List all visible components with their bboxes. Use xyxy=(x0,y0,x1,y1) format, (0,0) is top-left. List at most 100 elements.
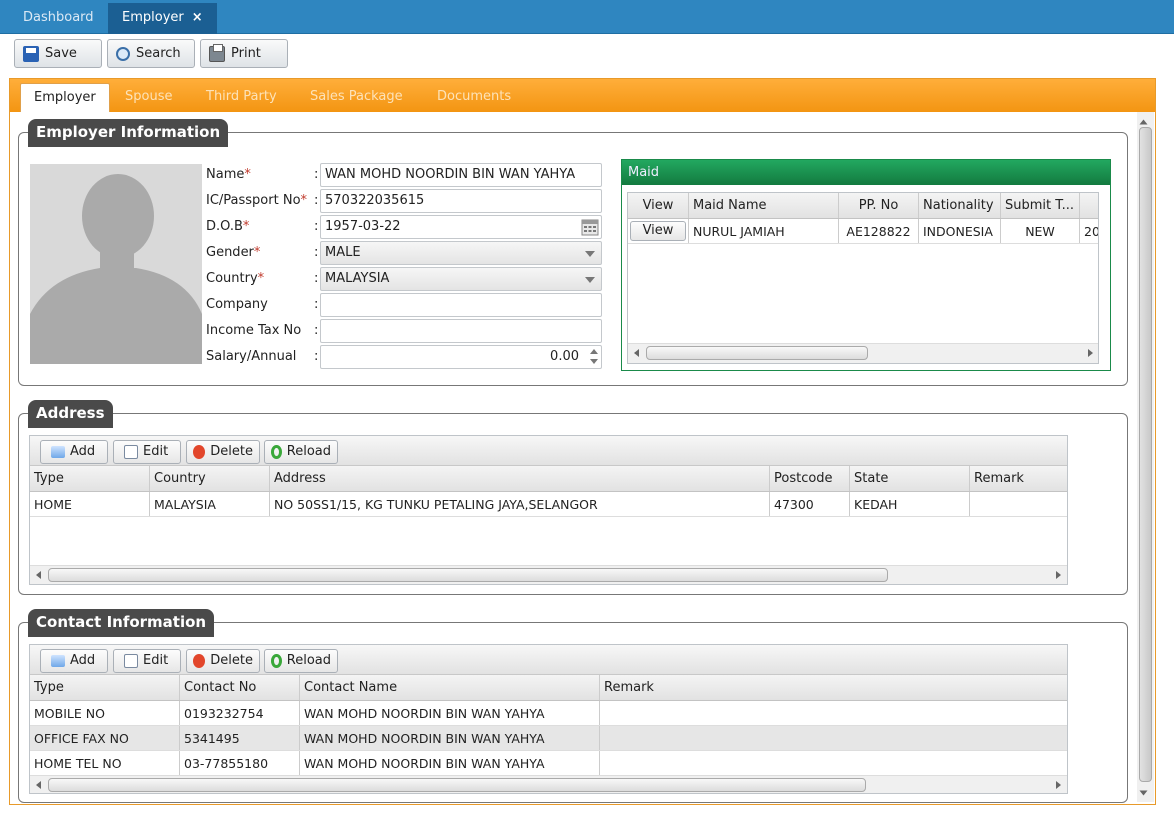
column-header[interactable]: State xyxy=(850,466,970,491)
spin-up-icon[interactable] xyxy=(590,349,598,354)
column-header[interactable]: Contact No xyxy=(180,675,300,700)
table-row[interactable]: MOBILE NO 0193232754 WAN MOHD NOORDIN BI… xyxy=(30,701,1067,726)
address-grid-header: Type Country Address Postcode State Rema… xyxy=(30,466,1067,492)
scroll-right-icon[interactable] xyxy=(1088,349,1093,357)
view-button[interactable]: View xyxy=(630,221,686,241)
country-cell: MALAYSIA xyxy=(150,492,270,516)
name-field[interactable]: WAN MOHD NOORDIN BIN WAN YAHYA xyxy=(320,163,602,187)
tab-documents[interactable]: Documents xyxy=(424,83,524,112)
contact-name-cell: WAN MOHD NOORDIN BIN WAN YAHYA xyxy=(300,751,600,775)
scroll-right-icon[interactable] xyxy=(1056,571,1061,579)
table-row[interactable]: OFFICE FAX NO 5341495 WAN MOHD NOORDIN B… xyxy=(30,726,1067,751)
horizontal-scrollbar[interactable] xyxy=(628,343,1098,363)
column-header[interactable]: Submit T... xyxy=(1001,193,1080,218)
dob-field[interactable]: 1957-03-22 xyxy=(320,215,602,239)
pp-no-cell: AE128822 xyxy=(839,219,919,243)
income-tax-label: Income Tax No xyxy=(206,323,302,338)
reload-contact-button[interactable]: Reload xyxy=(264,649,338,673)
table-row[interactable]: HOME TEL NO 03-77855180 WAN MOHD NOORDIN… xyxy=(30,751,1067,776)
column-header[interactable]: Contact Name xyxy=(300,675,600,700)
salary-spinner[interactable]: 0.00 xyxy=(320,345,602,369)
country-label: Country* xyxy=(206,271,265,286)
column-header[interactable]: Country xyxy=(150,466,270,491)
scroll-thumb[interactable] xyxy=(48,568,888,582)
column-header[interactable]: Nationality xyxy=(919,193,1001,218)
table-row[interactable]: HOME MALAYSIA NO 50SS1/15, KG TUNKU PETA… xyxy=(30,492,1067,517)
edit-address-button[interactable]: Edit xyxy=(113,440,181,464)
maid-name-cell: NURUL JAMIAH xyxy=(689,219,839,243)
remark-cell xyxy=(600,751,1067,775)
tab-third-party[interactable]: Third Party xyxy=(193,83,290,112)
horizontal-scrollbar[interactable] xyxy=(30,775,1067,793)
chevron-down-icon xyxy=(585,251,595,257)
submit-type-cell: NEW xyxy=(1001,219,1080,243)
spin-down-icon[interactable] xyxy=(590,359,598,364)
reload-icon xyxy=(271,654,282,668)
salary-label: Salary/Annual xyxy=(206,349,297,364)
colon: : xyxy=(314,193,319,208)
column-header[interactable]: Remark xyxy=(970,466,1067,491)
colon: : xyxy=(314,297,319,312)
scroll-left-icon[interactable] xyxy=(36,571,41,579)
tab-dashboard[interactable]: Dashboard xyxy=(9,3,108,34)
scroll-left-icon[interactable] xyxy=(36,781,41,789)
country-value: MALAYSIA xyxy=(325,271,390,286)
scroll-thumb[interactable] xyxy=(646,346,868,360)
vertical-scroll-thumb[interactable] xyxy=(1139,127,1152,782)
tab-employer[interactable]: Employer × xyxy=(108,3,217,34)
column-header[interactable]: Type xyxy=(30,675,180,700)
remark-cell xyxy=(970,492,1067,516)
type-cell: HOME TEL NO xyxy=(30,751,180,775)
column-header[interactable]: View xyxy=(628,193,689,218)
column-header[interactable]: Remark xyxy=(600,675,1067,700)
colon: : xyxy=(314,245,319,260)
column-header[interactable]: Postcode xyxy=(770,466,850,491)
add-contact-button[interactable]: Add xyxy=(40,649,108,673)
print-button[interactable]: Print xyxy=(200,39,288,68)
scroll-thumb[interactable] xyxy=(48,778,866,792)
column-header[interactable]: Type xyxy=(30,466,150,491)
dob-label: D.O.B* xyxy=(206,219,250,234)
ic-label: IC/Passport No* xyxy=(206,193,308,208)
gender-value: MALE xyxy=(325,245,361,260)
employer-info-legend: Employer Information xyxy=(28,119,229,147)
contact-name-cell: WAN MOHD NOORDIN BIN WAN YAHYA xyxy=(300,726,600,750)
column-header[interactable]: Maid Name xyxy=(689,193,839,218)
tab-sales-package[interactable]: Sales Package xyxy=(297,83,416,112)
tab-label: Employer xyxy=(34,90,96,105)
company-field[interactable] xyxy=(320,293,602,317)
search-label: Search xyxy=(136,46,181,61)
calendar-icon[interactable] xyxy=(581,218,599,236)
scroll-up-icon[interactable] xyxy=(1139,119,1148,125)
tab-employer-inner[interactable]: Employer xyxy=(20,83,110,112)
search-button[interactable]: Search xyxy=(107,39,195,68)
tab-spouse[interactable]: Spouse xyxy=(112,83,185,112)
horizontal-scrollbar[interactable] xyxy=(30,565,1067,584)
table-row[interactable]: View NURUL JAMIAH AE128822 INDONESIA NEW… xyxy=(628,219,1098,244)
employer-photo xyxy=(30,164,202,364)
remark-cell xyxy=(600,726,1067,750)
gender-select[interactable]: MALE xyxy=(320,241,602,265)
scroll-left-icon[interactable] xyxy=(634,349,639,357)
income-tax-field[interactable] xyxy=(320,319,602,343)
column-header[interactable]: PP. No xyxy=(839,193,919,218)
scroll-right-icon[interactable] xyxy=(1056,781,1061,789)
ic-passport-field[interactable]: 570322035615 xyxy=(320,189,602,213)
column-header[interactable]: Address xyxy=(270,466,770,491)
printer-icon xyxy=(209,43,225,62)
reload-address-button[interactable]: Reload xyxy=(264,440,338,464)
tab-label: Spouse xyxy=(125,89,173,104)
edit-contact-button[interactable]: Edit xyxy=(113,649,181,673)
delete-icon xyxy=(193,654,206,668)
delete-contact-button[interactable]: Delete xyxy=(186,649,260,673)
tab-employer-label: Employer xyxy=(122,10,184,25)
user-silhouette-icon xyxy=(30,164,202,364)
save-button[interactable]: Save xyxy=(14,39,102,68)
country-select[interactable]: MALAYSIA xyxy=(320,267,602,291)
magnifier-icon xyxy=(116,46,130,61)
add-address-button[interactable]: Add xyxy=(40,440,108,464)
delete-address-button[interactable]: Delete xyxy=(186,440,260,464)
close-icon[interactable]: × xyxy=(192,10,203,25)
scroll-down-icon[interactable] xyxy=(1139,790,1148,796)
colon: : xyxy=(314,271,319,286)
